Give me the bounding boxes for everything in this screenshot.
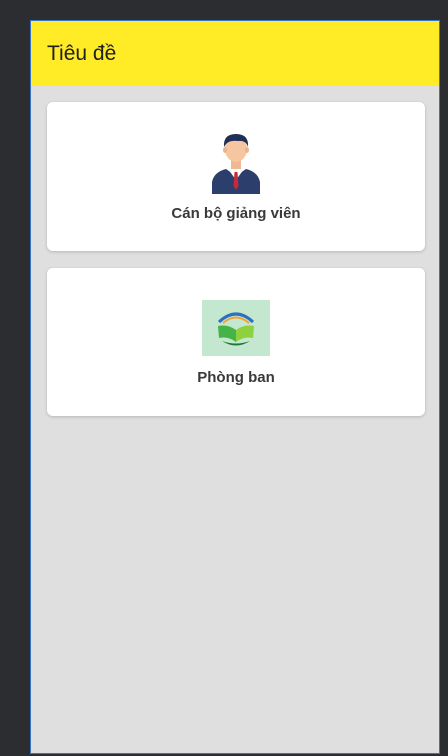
card-departments[interactable]: Phòng ban [47, 268, 425, 416]
teacher-avatar-icon [212, 134, 260, 194]
book-logo-icon [202, 300, 270, 356]
app-window: Tiêu đề Cán bộ giảng viên Phòng ban [30, 20, 440, 754]
card-departments-label: Phòng ban [197, 369, 275, 386]
page-title: Tiêu đề [47, 41, 117, 65]
card-staff[interactable]: Cán bộ giảng viên [47, 102, 425, 251]
app-toolbar: Tiêu đề [31, 21, 439, 86]
card-staff-label: Cán bộ giảng viên [171, 205, 301, 222]
window-frame-edge [440, 0, 448, 756]
